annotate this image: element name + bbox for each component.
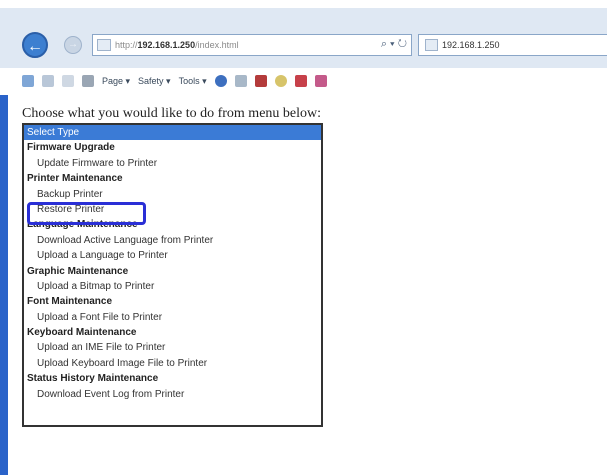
mail-icon[interactable]	[62, 75, 74, 87]
menu-option[interactable]: Upload an IME File to Printer	[24, 340, 321, 355]
menu-group-header: Language Maintenance	[27, 219, 138, 231]
menu-option[interactable]: Restore Printer	[24, 202, 321, 217]
address-bar[interactable]: http:// 192.168.1.250 /index.html ⌕ ▾ ↻	[92, 34, 412, 56]
address-host: 192.168.1.250	[137, 40, 196, 50]
menu-option[interactable]: Download Event Log from Printer	[24, 387, 321, 402]
home-icon[interactable]	[22, 75, 34, 87]
menu-option[interactable]: Upload a Bitmap to Printer	[24, 279, 321, 294]
forward-button[interactable]: →	[64, 36, 82, 54]
address-prefix: http://	[115, 40, 138, 50]
feeds-icon[interactable]	[42, 75, 54, 87]
tab-favicon-icon	[425, 39, 438, 51]
browser-tab[interactable]: 192.168.1.250	[418, 34, 607, 56]
tools-menu[interactable]: Tools ▾	[179, 76, 207, 87]
menu-group-header: Status History Maintenance	[27, 373, 159, 385]
page-icon	[97, 39, 111, 51]
menu-option[interactable]: Select Type	[24, 125, 321, 141]
print-icon[interactable]	[82, 75, 94, 87]
menu-group-header: Firmware Upgrade	[27, 142, 115, 154]
address-controls[interactable]: ⌕ ▾ ↻	[381, 38, 407, 51]
window-edge-accent	[0, 95, 8, 475]
back-arrow-icon: ←	[27, 38, 43, 55]
menu-option[interactable]: Update Firmware to Printer	[24, 156, 321, 171]
forward-arrow-icon: →	[68, 39, 78, 50]
maintenance-menu-listbox[interactable]: Select Type Firmware Upgrade Update Firmwa…	[22, 123, 323, 427]
ie-addon-icon[interactable]	[254, 75, 267, 87]
addon-icon[interactable]	[294, 75, 307, 87]
command-bar: Page ▾ Safety ▾ Tools ▾	[0, 70, 607, 92]
page-menu[interactable]: Page ▾	[102, 76, 130, 87]
tab-title: 192.168.1.250	[442, 40, 500, 50]
menu-option[interactable]: Upload a Font File to Printer	[24, 310, 321, 325]
menu-option[interactable]: Backup Printer	[24, 187, 321, 202]
menu-group-header: Font Maintenance	[27, 296, 113, 308]
safety-menu[interactable]: Safety ▾	[138, 76, 171, 87]
menu-group-header: Keyboard Maintenance	[27, 327, 137, 339]
page-prompt: Choose what you would like to do from me…	[22, 106, 322, 121]
menu-option[interactable]: Download Active Language from Printer	[24, 233, 321, 248]
help-icon[interactable]	[214, 75, 227, 87]
research-icon[interactable]	[234, 75, 247, 87]
menu-option[interactable]: Upload a Language to Printer	[24, 248, 321, 263]
onenote-icon[interactable]	[314, 75, 327, 87]
browser-chrome: ← → http:// 192.168.1.250 /index.html ⌕ …	[0, 0, 607, 95]
menu-option[interactable]: Upload Keyboard Image File to Printer	[24, 356, 321, 371]
menu-group-header: Printer Maintenance	[27, 173, 123, 185]
favorites-icon[interactable]	[274, 75, 287, 87]
address-path: /index.html	[195, 40, 239, 50]
menu-group-header: Graphic Maintenance	[27, 265, 129, 277]
back-button[interactable]: ←	[22, 32, 48, 58]
